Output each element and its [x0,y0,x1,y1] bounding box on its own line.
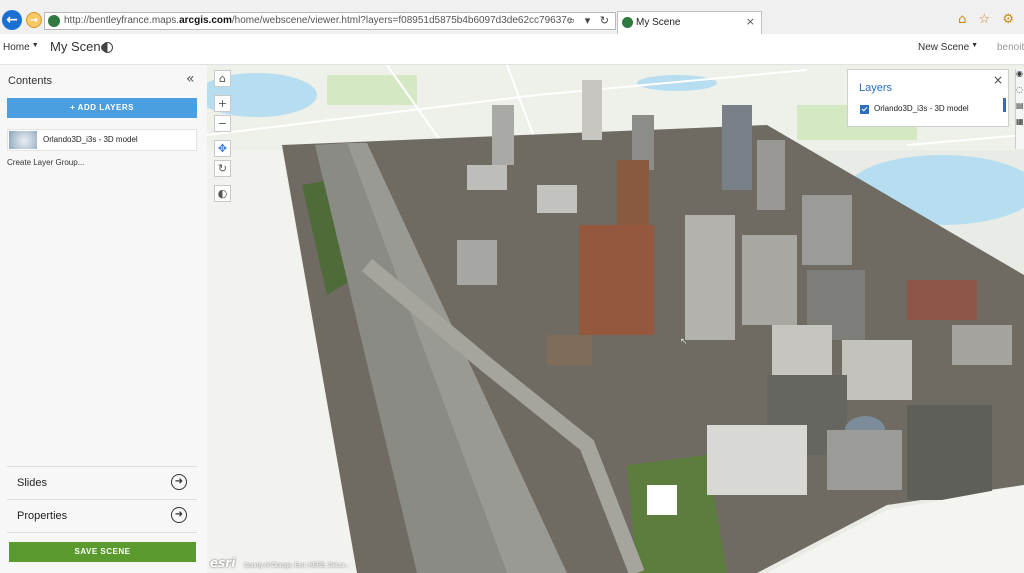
user-name[interactable]: benoit [997,42,1024,53]
building [457,240,497,285]
scene-view[interactable]: ⌂ + − ✥ ↻ ◐ Layers × Orlando3D_i3s - 3D … [207,65,1024,573]
home-menu[interactable]: Home ▼ [3,42,39,53]
esri-logo[interactable]: esri [210,556,235,570]
building [907,405,992,500]
building [685,215,735,340]
new-scene-menu[interactable]: New Scene ▼ [918,42,978,53]
building [582,80,602,140]
contents-title: Contents [8,75,53,87]
create-layer-group-link[interactable]: Create Layer Group... [7,158,84,167]
building [707,425,807,495]
collapse-panel-icon[interactable]: « [186,71,195,87]
slides-section[interactable]: Slides ➜ [7,466,197,499]
city-3d-render [207,65,1024,573]
tab-title: My Scene [636,17,681,28]
building [617,160,649,225]
new-scene-label: New Scene [918,42,970,53]
arrow-right-icon[interactable]: ➜ [171,507,187,523]
basemap-widget-icon[interactable]: ◌ [1016,85,1024,97]
layer-item[interactable]: Orlando3D_i3s - 3D model [7,129,197,151]
browser-chrome: ← → http://bentleyfrance.maps.arcgis.com… [0,0,1024,35]
building [579,225,654,335]
app-header: Home ▼ My Scene New Scene ▼ benoit [0,34,1024,65]
address-tools-icons[interactable]: ⌕ ▾ ↻ [569,14,612,28]
building [842,340,912,400]
layer-visibility-checkbox[interactable] [860,105,869,114]
building [722,105,752,190]
tab-close-icon[interactable]: × [746,15,755,28]
url-domain: arcgis.com [179,15,232,26]
map-widgets: ◉ ◌ ▤ ▦ [1015,69,1024,149]
building [492,105,514,165]
home-label: Home [3,42,30,53]
tab-globe-icon [622,17,633,28]
save-scene-button[interactable]: SAVE SCENE [9,542,196,562]
slides-label: Slides [17,477,47,489]
arrow-right-icon[interactable]: ➜ [171,474,187,490]
forward-arrow-icon[interactable]: → [26,12,42,28]
building [547,335,592,365]
layers-panel: Layers × Orlando3D_i3s - 3D model [847,69,1009,127]
building [802,195,852,265]
back-arrow-icon[interactable]: ← [2,10,22,30]
building [537,185,577,213]
building [467,165,507,190]
building [827,430,902,490]
building [742,235,797,325]
rotate-icon[interactable]: ↻ [214,160,231,177]
caret-down-icon: ▼ [31,42,39,49]
pan-icon[interactable]: ✥ [214,140,231,157]
grid-widget-icon[interactable]: ▦ [1016,117,1024,129]
sky-patch [647,485,677,515]
layers-scrollbar[interactable] [1003,98,1006,112]
url-path: /home/webscene/viewer.html?layers=f08951… [231,15,573,26]
legend-widget-icon[interactable]: ▤ [1016,101,1024,113]
add-layers-button[interactable]: + ADD LAYERS [7,98,197,118]
scene-status-icon [102,42,113,53]
zoom-in-icon[interactable]: + [214,95,231,112]
contents-panel: Contents « + ADD LAYERS Orlando3D_i3s - … [0,65,208,573]
site-globe-icon [48,15,60,27]
home-icon[interactable]: ⌂ [214,70,231,87]
layer-thumbnail [9,131,37,149]
browser-toolbar-icons[interactable]: ⌂ ☆ ⚙ [958,12,1018,27]
url-prefix: http://bentleyfrance.maps. [64,15,180,26]
mouse-cursor-icon: ↖ [680,337,688,347]
close-icon[interactable]: × [993,73,1003,87]
properties-section[interactable]: Properties ➜ [7,499,197,533]
address-url[interactable]: http://bentleyfrance.maps.arcgis.com/hom… [64,15,572,26]
building [757,140,785,210]
caret-down-icon: ▼ [971,42,979,49]
layers-widget-icon[interactable]: ◉ [1016,69,1024,81]
layers-entry: Orlando3D_i3s - 3D model [874,104,969,113]
building [952,325,1012,365]
zoom-out-icon[interactable]: − [214,115,231,132]
layers-panel-title: Layers [859,82,893,94]
compass-icon[interactable]: ◐ [214,185,231,202]
layer-name: Orlando3D_i3s - 3D model [43,135,138,144]
browser-tab[interactable]: My Scene × [617,11,762,34]
scene-title: My Scene [50,39,108,54]
address-bar[interactable]: http://bentleyfrance.maps.arcgis.com/hom… [44,12,616,30]
map-attribution: County of Orange, Esri, HERE, DeLor... [244,563,350,569]
building [772,325,832,380]
properties-label: Properties [17,510,68,522]
map-navigation-tools: ⌂ + − ✥ ↻ ◐ [214,70,231,205]
building [907,280,977,320]
